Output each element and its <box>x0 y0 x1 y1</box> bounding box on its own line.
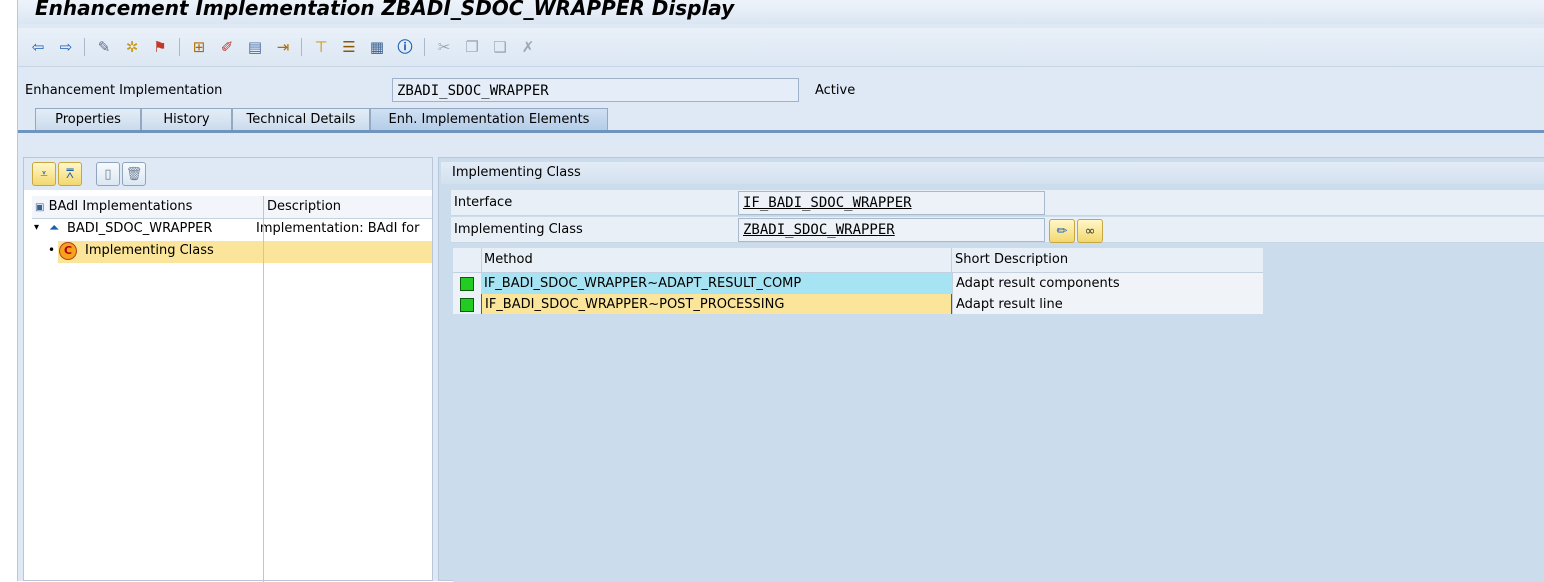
toolbar-separator <box>424 38 425 56</box>
column-short-description[interactable]: Short Description <box>952 248 1263 272</box>
tree-toolbar: ⩡ ⩞ ▯ 🗑 <box>24 158 432 190</box>
enhancement-implementation-field[interactable]: ZBADI_SDOC_WRAPPER <box>392 78 799 102</box>
implementing-class-label: Implementing Class <box>454 222 583 237</box>
glasses-icon: ∞ <box>1084 223 1096 239</box>
row-selector[interactable] <box>453 294 482 315</box>
display-object-list-icon[interactable]: ▦ <box>367 37 387 57</box>
tree-column-description[interactable]: Description <box>264 196 432 218</box>
window-title: Enhancement Implementation ZBADI_SDOC_WR… <box>35 0 735 20</box>
badi-tree-panel: ⩡ ⩞ ▯ 🗑 ▣ BAdI Implementations Descripti… <box>23 157 433 582</box>
display-change-icon[interactable]: ✲ <box>122 37 142 57</box>
collapse-icon: ⩞ <box>66 166 74 182</box>
tab-technical-details[interactable]: Technical Details <box>232 108 370 130</box>
status-green-icon <box>460 276 474 291</box>
copy-icon[interactable]: ❐ <box>462 37 482 57</box>
detail-header: Implementing Class <box>441 162 1544 184</box>
methods-table: Method Short Description IF_BADI_SDOC_WR… <box>453 248 1263 315</box>
implementing-class-row: Implementing Class ZBADI_SDOC_WRAPPER ✏ … <box>451 217 1544 243</box>
table-row[interactable]: IF_BADI_SDOC_WRAPPER~ADAPT_RESULT_COMP A… <box>453 273 1263 294</box>
tab-strip: Properties History Technical Details Enh… <box>35 108 608 131</box>
tree-row-implementing-class[interactable]: • C Implementing Class <box>32 241 432 263</box>
tree-row-name: Implementing Class <box>85 243 214 258</box>
methods-table-header: Method Short Description <box>453 248 1263 273</box>
class-icon: C <box>59 242 77 260</box>
window-frame: Enhancement Implementation ZBADI_SDOC_WR… <box>17 0 1544 582</box>
tree-row-name: BADI_SDOC_WRAPPER <box>67 221 213 236</box>
back-icon[interactable]: ⇦ <box>28 37 48 57</box>
interface-field[interactable]: IF_BADI_SDOC_WRAPPER <box>738 191 1045 215</box>
paste-icon[interactable]: ❏ <box>490 37 510 57</box>
enhancement-icon[interactable]: ▤ <box>245 37 265 57</box>
interface-label: Interface <box>454 195 513 210</box>
collapse-all-button[interactable]: ⩞ <box>58 162 82 186</box>
tree-header-icon: ▣ <box>35 202 45 213</box>
select-all-cell[interactable] <box>453 248 482 272</box>
detail-panel: Implementing Class Interface IF_BADI_SDO… <box>438 157 1544 582</box>
column-method[interactable]: Method <box>481 248 952 272</box>
interface-row: Interface IF_BADI_SDOC_WRAPPER <box>451 190 1544 216</box>
other-object-icon[interactable]: ✎ <box>94 37 114 57</box>
toolbar-separator <box>301 38 302 56</box>
application-toolbar: ⇦ ⇨ ✎ ✲ ⚑ ⊞ ✐ ▤ ⇥ ⊤ ☰ ▦ ⓘ ✂ ❐ ❏ ✗ <box>18 28 1544 67</box>
description-cell: Adapt result line <box>952 294 1263 315</box>
tab-enh-implementation-elements[interactable]: Enh. Implementation Elements <box>370 108 608 130</box>
tree-column-badi-implementations[interactable]: ▣ BAdI Implementations <box>32 196 264 218</box>
expand-triangle-icon[interactable]: ▾ <box>34 222 39 233</box>
description-cell: Adapt result components <box>952 273 1263 294</box>
edit-class-button[interactable]: ✏ <box>1049 219 1075 243</box>
tree-header-label: BAdI Implementations <box>48 199 193 214</box>
tab-properties[interactable]: Properties <box>35 108 141 130</box>
hierarchy-icon[interactable]: ⊤ <box>311 37 331 57</box>
expand-all-button[interactable]: ⩡ <box>32 162 56 186</box>
outline-icon[interactable]: ☰ <box>339 37 359 57</box>
status-green-icon <box>460 297 474 312</box>
title-bar: Enhancement Implementation ZBADI_SDOC_WR… <box>18 0 1544 24</box>
expand-icon: ⩡ <box>40 166 48 182</box>
status-text: Active <box>815 83 856 98</box>
implementing-class-field[interactable]: ZBADI_SDOC_WRAPPER <box>738 218 1045 242</box>
tab-underline <box>18 130 1544 133</box>
trash-icon: 🗑 <box>125 166 143 182</box>
tab-history[interactable]: History <box>141 108 232 130</box>
navigate-icon[interactable]: ⇥ <box>273 37 293 57</box>
method-cell[interactable]: IF_BADI_SDOC_WRAPPER~ADAPT_RESULT_COMP <box>481 273 952 294</box>
cut-icon[interactable]: ✂ <box>434 37 454 57</box>
object-list-icon[interactable]: ✐ <box>217 37 237 57</box>
tree-column-divider <box>263 218 264 582</box>
row-selector[interactable] <box>453 273 482 294</box>
pencil-icon: ✏ <box>1056 223 1068 239</box>
table-row[interactable]: IF_BADI_SDOC_WRAPPER~POST_PROCESSING Ada… <box>453 294 1263 315</box>
create-button[interactable]: ▯ <box>96 162 120 186</box>
display-class-button[interactable]: ∞ <box>1077 219 1103 243</box>
activate-icon[interactable]: ⚑ <box>150 37 170 57</box>
tree-row-badi[interactable]: ▾ ⏶ BADI_SDOC_WRAPPER Implementation: BA… <box>32 219 432 241</box>
toolbar-separator <box>84 38 85 56</box>
bullet-icon: • <box>48 243 56 257</box>
forward-icon[interactable]: ⇨ <box>56 37 76 57</box>
undo-icon[interactable]: ✗ <box>518 37 538 57</box>
delete-button[interactable]: 🗑 <box>122 162 146 186</box>
toolbar-separator <box>179 38 180 56</box>
enhancement-implementation-label: Enhancement Implementation <box>25 83 223 98</box>
tree-row-description: Implementation: BAdI for <box>256 221 420 236</box>
info-icon[interactable]: ⓘ <box>395 37 415 57</box>
badi-icon: ⏶ <box>49 221 60 236</box>
tree-header: ▣ BAdI Implementations Description <box>32 196 432 219</box>
new-document-icon: ▯ <box>104 166 112 182</box>
method-cell[interactable]: IF_BADI_SDOC_WRAPPER~POST_PROCESSING <box>481 294 952 315</box>
where-used-icon[interactable]: ⊞ <box>189 37 209 57</box>
table-empty-area <box>453 314 1544 582</box>
